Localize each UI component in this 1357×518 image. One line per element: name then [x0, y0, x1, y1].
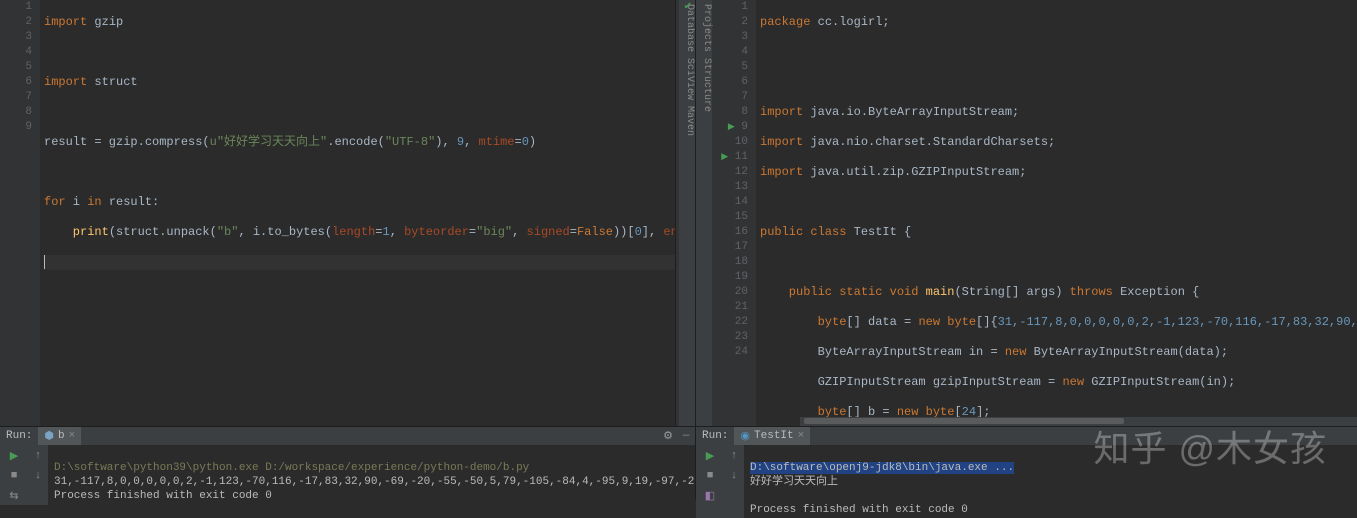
run-gutter-icon[interactable]: ▶	[718, 150, 728, 165]
horizontal-scrollbar[interactable]	[800, 417, 1357, 426]
right-sidetools[interactable]: Projects Structure	[696, 0, 712, 426]
right-run-tab[interactable]: ◉ TestIt ×	[734, 427, 810, 445]
scrollbar-thumb[interactable]	[804, 418, 1124, 424]
rerun-button[interactable]: ▶	[701, 449, 719, 463]
left-run-header: Run: ⬢ b × ⚙ —	[0, 427, 695, 445]
left-console[interactable]: D:\software\python39\python.exe D:/works…	[48, 445, 695, 505]
minimize-icon[interactable]: —	[677, 429, 695, 443]
right-code[interactable]: package cc.logirl; import java.io.ByteAr…	[756, 0, 1357, 426]
cursor	[44, 255, 45, 269]
camera-icon[interactable]: ◧	[701, 489, 719, 503]
layout-button[interactable]: ⇆	[5, 489, 23, 503]
right-run-header: Run: ◉ TestIt ×	[696, 427, 1357, 445]
left-run-toolbar: ▶ ■ ⇆	[0, 445, 28, 505]
left-run-panel: Run: ⬢ b × ⚙ — ▶ ■ ⇆ ↑ ↓ D:\software\pyt…	[0, 426, 695, 500]
up-icon[interactable]: ↑	[725, 449, 743, 463]
tab-title: TestIt	[754, 430, 794, 442]
right-console[interactable]: D:\software\openj9-jdk8\bin\java.exe ...…	[744, 445, 1357, 518]
rerun-button[interactable]: ▶	[5, 449, 23, 463]
close-icon[interactable]: ×	[69, 430, 76, 442]
right-run-toolbar2: ↑ ↓	[724, 445, 744, 518]
left-code[interactable]: import gzip import struct result = gzip.…	[40, 0, 675, 426]
java-class-icon: ◉	[740, 429, 750, 443]
stop-button[interactable]: ■	[701, 469, 719, 483]
down-icon[interactable]: ↓	[29, 469, 47, 483]
close-icon[interactable]: ×	[798, 430, 805, 442]
run-label: Run:	[696, 430, 734, 442]
left-editor[interactable]: 1 2 3 4 5 6 7 8 9 import gzip import str…	[0, 0, 695, 426]
left-run-tab[interactable]: ⬢ b ×	[38, 427, 81, 445]
left-ide-pane: ✔ 1 2 3 4 5 6 7 8 9 import gzip import s…	[0, 0, 696, 500]
right-run-toolbar: ▶ ■ ◧	[696, 445, 724, 518]
tab-title: b	[58, 430, 65, 442]
run-label: Run:	[0, 430, 38, 442]
right-run-panel: Run: ◉ TestIt × ▶ ■ ◧ ↑ ↓ D:\software\op…	[696, 426, 1357, 500]
gear-icon[interactable]: ⚙	[659, 429, 677, 443]
python-file-icon: ⬢	[44, 429, 54, 443]
left-inspection-icons: ✔	[683, 0, 693, 14]
left-gutter: 1 2 3 4 5 6 7 8 9	[0, 0, 40, 426]
right-ide-pane: ▲ 3 ˄ ˅ ⋮ Projects Structure 1 2 3 4 5 6…	[696, 0, 1357, 500]
left-run-toolbar2: ↑ ↓	[28, 445, 48, 505]
right-editor[interactable]: Projects Structure 1 2 3 4 5 6 7 8 ▶ 9 1…	[696, 0, 1357, 426]
run-gutter-icon[interactable]: ▶	[725, 120, 735, 135]
up-icon[interactable]: ↑	[29, 449, 47, 463]
down-icon[interactable]: ↓	[725, 469, 743, 483]
check-icon: ✔	[684, 1, 692, 13]
stop-button[interactable]: ■	[5, 469, 23, 483]
left-sidetools[interactable]: Database SciView Maven	[679, 0, 695, 426]
right-gutter: 1 2 3 4 5 6 7 8 ▶ 9 10 ▶ 11 12 13 14 15 …	[712, 0, 756, 426]
